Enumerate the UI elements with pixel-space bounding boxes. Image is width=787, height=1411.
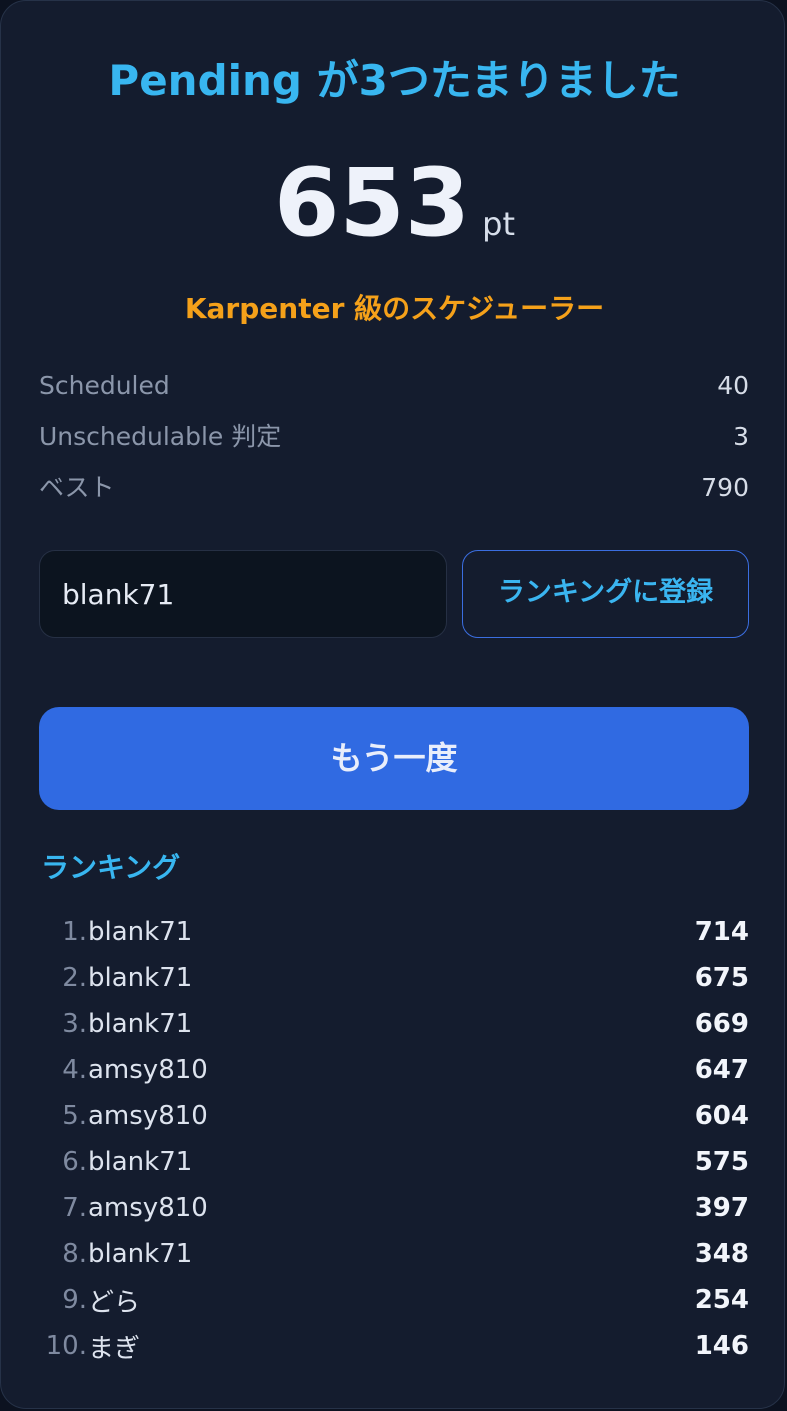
- stat-value: 790: [701, 473, 749, 502]
- rank-score: 714: [694, 917, 749, 947]
- rank-number: 5.: [62, 1101, 87, 1131]
- rank-player-name: blank71: [88, 963, 193, 993]
- rank-player-name: blank71: [88, 1009, 193, 1039]
- rank-number: 3.: [62, 1009, 87, 1039]
- rank-number: 7.: [62, 1193, 87, 1223]
- ranking-row: 8. blank71 348: [39, 1231, 749, 1277]
- rank-score: 575: [694, 1147, 749, 1177]
- ranking-heading: ランキング: [41, 851, 181, 884]
- rank-score: 675: [694, 963, 749, 993]
- rank-player-name: amsy810: [88, 1101, 208, 1131]
- rank-player-name: blank71: [88, 1239, 193, 1269]
- result-panel: Pending が3つたまりました 653 pt Karpenter 級のスケジュ…: [0, 0, 785, 1409]
- rank-number: 6.: [62, 1147, 87, 1177]
- score-unit: pt: [482, 205, 516, 243]
- ranking-row: 1. blank71 714: [39, 909, 749, 955]
- rank-score: 397: [694, 1193, 749, 1223]
- ranking-list: 1. blank71 714 2. blank71 675 3. blank71…: [39, 909, 749, 1369]
- ranking-row: 6. blank71 575: [39, 1139, 749, 1185]
- rank-player-name: まぎ: [88, 1333, 141, 1364]
- ranking-row: 2. blank71 675: [39, 955, 749, 1001]
- score-value: 653: [273, 149, 471, 258]
- stat-row-unschedulable: Unschedulable 判定 3: [39, 414, 749, 465]
- stat-value: 40: [717, 371, 749, 400]
- rank-number: 4.: [62, 1055, 87, 1085]
- rank-number: 8.: [62, 1239, 87, 1269]
- stats-list: Scheduled 40 Unschedulable 判定 3 ベスト 790: [39, 363, 749, 516]
- rank-player-name: blank71: [88, 917, 193, 947]
- rank-number: 9.: [62, 1285, 87, 1315]
- stat-value: 3: [733, 422, 749, 451]
- stat-label: Scheduled: [39, 371, 170, 400]
- stat-row-scheduled: Scheduled 40: [39, 363, 749, 414]
- rank-player-name: blank71: [88, 1147, 193, 1177]
- ranking-row: 9. どら 254: [39, 1277, 749, 1323]
- rank-number: 10.: [45, 1331, 87, 1361]
- result-title: Pending が3つたまりました: [108, 56, 681, 105]
- ranking-row: 7. amsy810 397: [39, 1185, 749, 1231]
- ranking-row: 4. amsy810 647: [39, 1047, 749, 1093]
- stat-label: Unschedulable 判定: [39, 422, 282, 451]
- retry-button[interactable]: もう一度: [39, 707, 749, 810]
- score-display: 653 pt: [1, 149, 787, 259]
- player-name-input[interactable]: [39, 550, 447, 638]
- stat-label: ベスト: [39, 473, 115, 502]
- rank-score: 647: [694, 1055, 749, 1085]
- rank-score: 348: [694, 1239, 749, 1269]
- rank-score: 604: [694, 1101, 749, 1131]
- rank-player-name: どら: [88, 1287, 141, 1318]
- rank-title: Karpenter 級のスケジューラー: [184, 292, 605, 325]
- ranking-row: 3. blank71 669: [39, 1001, 749, 1047]
- ranking-row: 5. amsy810 604: [39, 1093, 749, 1139]
- rank-number: 1.: [62, 917, 87, 947]
- register-ranking-button[interactable]: ランキングに登録: [462, 550, 749, 638]
- rank-score: 146: [694, 1331, 749, 1361]
- stat-row-best: ベスト 790: [39, 465, 749, 516]
- ranking-row: 10. まぎ 146: [39, 1323, 749, 1369]
- rank-player-name: amsy810: [88, 1193, 208, 1223]
- rank-score: 254: [694, 1285, 749, 1315]
- rank-number: 2.: [62, 963, 87, 993]
- rank-score: 669: [694, 1009, 749, 1039]
- rank-player-name: amsy810: [88, 1055, 208, 1085]
